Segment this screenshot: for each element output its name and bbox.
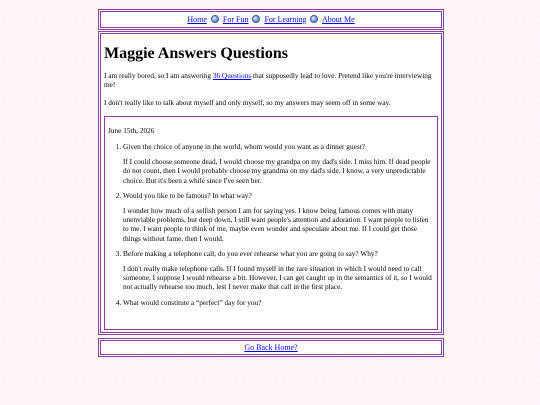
list-item: Would you like to be famous? In what way… <box>123 191 434 243</box>
qa-scroll-box[interactable]: June 15th, 2026 Given the choice of anyo… <box>104 116 438 330</box>
question-text: Would you like to be famous? In what way… <box>123 190 252 200</box>
list-item: Before making a telephone call, do you e… <box>123 249 434 292</box>
question-text: What would constitute a “perfect” day fo… <box>123 297 262 307</box>
footer: Go Back Home? <box>99 339 443 356</box>
list-item: Given the choice of anyone in the world,… <box>123 142 434 185</box>
answer-text: I wonder how much of a selfish person I … <box>123 206 429 243</box>
nav-link-for-fun[interactable]: For Fun <box>223 15 249 24</box>
orb-icon <box>310 15 319 23</box>
question-text: Before making a telephone call, do you e… <box>123 248 378 258</box>
page-title: Maggie Answers Questions <box>104 45 288 62</box>
intro-paragraph: I am really bored, so I am answering 36 … <box>104 71 438 89</box>
question-text: Given the choice of anyone in the world,… <box>123 142 365 151</box>
intro-text-before-link: I am really bored, so I am answering <box>104 71 213 80</box>
questions-link[interactable]: 36 Questions <box>213 71 251 80</box>
answer-text: I don't really make telephone calls. If … <box>123 264 432 292</box>
main-content: Maggie Answers Questions I am really bor… <box>99 32 443 334</box>
orb-icon <box>252 15 261 23</box>
nav-link-for-learning[interactable]: For Learning <box>264 15 306 24</box>
intro-paragraph-2: I don't really like to talk about myself… <box>104 98 391 107</box>
nav-link-home[interactable]: Home <box>187 15 207 24</box>
go-back-home-link[interactable]: Go Back Home? <box>244 343 297 352</box>
list-item: What would constitute a “perfect” day fo… <box>123 298 434 307</box>
question-list: Given the choice of anyone in the world,… <box>108 142 434 307</box>
answer-text: If I could choose someone dead, I would … <box>123 157 431 185</box>
top-navigation: Home For Fun For Learning About Me <box>99 10 443 29</box>
nav-link-about-me[interactable]: About Me <box>322 15 355 24</box>
entry-date: June 15th, 2026 <box>108 126 155 135</box>
orb-icon <box>210 15 219 23</box>
